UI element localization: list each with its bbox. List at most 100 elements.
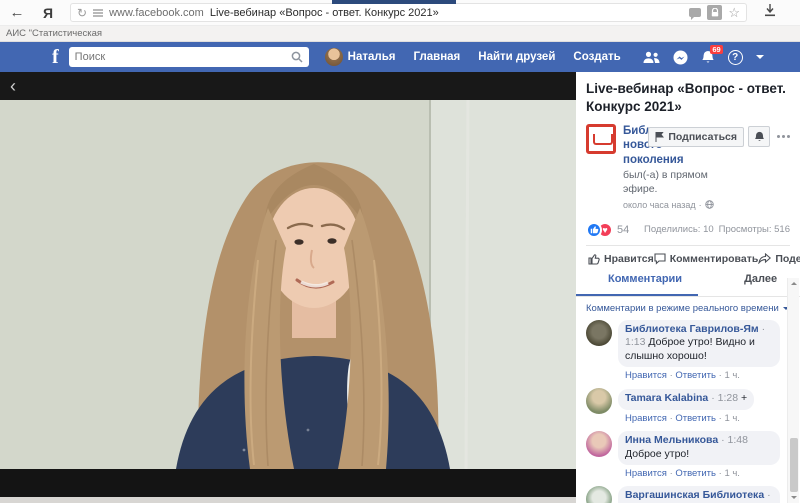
like-button[interactable]: Нравится bbox=[588, 253, 654, 265]
search-icon[interactable] bbox=[291, 51, 303, 63]
address-bar[interactable]: ↻ www.facebook.com Live-вебинар «Вопрос … bbox=[70, 3, 747, 22]
user-name[interactable]: Наталья bbox=[348, 51, 396, 63]
comment-bubble: Библиотека Гаврилов-Ям · 1:13 Доброе утр… bbox=[618, 320, 780, 368]
follow-button[interactable]: Подписаться bbox=[648, 127, 744, 147]
comment-meta: Нравится · Ответить · 1 ч. bbox=[625, 370, 780, 381]
account-menu-caret-icon[interactable] bbox=[756, 55, 764, 63]
nav-create[interactable]: Создать bbox=[573, 51, 620, 63]
stats-row: ♥ 54 Поделились: 10 Просмотры: 516 bbox=[586, 222, 790, 238]
commenter-name[interactable]: Варгашинская Библиотека bbox=[625, 489, 764, 501]
nav-find-friends[interactable]: Найти друзей bbox=[478, 51, 555, 63]
comment-age: 1 ч. bbox=[724, 413, 740, 424]
comment-timecode[interactable]: 1:28 bbox=[718, 392, 738, 404]
comment-text: Доброе утро! Видно и слышно хорошо! bbox=[625, 336, 755, 362]
share-icon bbox=[758, 253, 771, 264]
comment-like-link[interactable]: Нравится bbox=[625, 370, 667, 381]
more-options-icon[interactable] bbox=[777, 135, 790, 138]
timestamp[interactable]: около часа назад bbox=[623, 200, 696, 210]
views-count: Просмотры: 516 bbox=[719, 224, 790, 235]
scrollbar-thumb[interactable] bbox=[790, 438, 798, 492]
commenter-avatar[interactable] bbox=[586, 486, 612, 503]
refresh-icon[interactable]: ↻ bbox=[77, 6, 87, 20]
search-box[interactable] bbox=[69, 47, 309, 67]
commenter-name[interactable]: Инна Мельникова bbox=[625, 434, 718, 446]
dot-separator: · bbox=[719, 370, 722, 381]
dot-separator: · bbox=[721, 434, 725, 446]
video-sidebar: Live-вебинар «Вопрос - ответ. Конкурс 20… bbox=[576, 72, 800, 503]
commenter-name[interactable]: Библиотека Гаврилов-Ям bbox=[625, 323, 759, 335]
url-text[interactable]: www.facebook.com bbox=[109, 7, 204, 19]
subscribe-bell-button[interactable] bbox=[748, 126, 770, 147]
action-buttons-row: Нравится Комментировать Поделиться bbox=[586, 245, 790, 265]
realtime-comments-row[interactable]: Комментарии в режиме реального времени bbox=[586, 303, 790, 314]
realtime-comments-label[interactable]: Комментарии в режиме реального времени bbox=[586, 303, 779, 314]
comment-reply-link[interactable]: Ответить bbox=[675, 468, 716, 479]
like-label: Нравится bbox=[604, 253, 654, 265]
globe-icon bbox=[705, 200, 714, 209]
share-button[interactable]: Поделиться bbox=[758, 253, 800, 265]
commenter-avatar[interactable] bbox=[586, 388, 612, 414]
video-scene bbox=[0, 100, 576, 469]
reactions-count[interactable]: 54 bbox=[617, 224, 629, 236]
active-tab-indicator[interactable] bbox=[332, 0, 456, 4]
dot-separator: · bbox=[670, 370, 673, 381]
comments-bubble-icon[interactable] bbox=[689, 8, 701, 17]
help-icon[interactable]: ? bbox=[728, 50, 743, 65]
profile-link[interactable]: Наталья bbox=[325, 48, 396, 66]
live-video[interactable] bbox=[0, 100, 576, 469]
comment-item: Библиотека Гаврилов-Ям · 1:13 Доброе утр… bbox=[586, 320, 780, 382]
back-icon[interactable]: ← bbox=[8, 4, 26, 21]
page-logo[interactable] bbox=[586, 124, 616, 154]
search-input[interactable] bbox=[75, 51, 291, 63]
commenter-avatar[interactable] bbox=[586, 320, 612, 346]
people-glyph bbox=[643, 51, 660, 64]
yandex-logo[interactable]: Я bbox=[33, 5, 63, 21]
comments-scrollbar[interactable] bbox=[787, 278, 799, 503]
share-label: Поделиться bbox=[775, 253, 800, 265]
commenter-avatar[interactable] bbox=[586, 431, 612, 457]
friend-requests-icon[interactable] bbox=[643, 51, 660, 64]
comment-reply-link[interactable]: Ответить bbox=[675, 413, 716, 424]
protect-lock-icon[interactable] bbox=[707, 5, 722, 20]
scroll-down-icon[interactable] bbox=[791, 496, 797, 499]
tabs-row: Комментарии Далее bbox=[586, 273, 790, 297]
reactions[interactable]: ♥ 54 bbox=[586, 222, 629, 238]
facebook-header: f Наталья Главная Найти друзей Создать 6… bbox=[0, 42, 800, 72]
notification-badge: 69 bbox=[710, 45, 722, 55]
facebook-logo[interactable]: f bbox=[52, 47, 59, 67]
video-back-icon[interactable]: ‹ bbox=[10, 77, 16, 95]
comment-like-link[interactable]: Нравится bbox=[625, 468, 667, 479]
shares-count[interactable]: Поделились: 10 bbox=[644, 224, 714, 235]
bookmark-item[interactable]: АИС "Статистическая bbox=[6, 28, 102, 39]
dot-separator: · bbox=[762, 323, 766, 335]
downloads-icon[interactable] bbox=[764, 4, 776, 22]
comment-bubble: Tamara Kalabina · 1:28 + bbox=[618, 389, 754, 410]
bookmark-star-icon[interactable]: ☆ bbox=[728, 6, 740, 19]
user-avatar[interactable] bbox=[325, 48, 343, 66]
comment-reply-link[interactable]: Ответить bbox=[675, 370, 716, 381]
comment-button[interactable]: Комментировать bbox=[654, 253, 759, 265]
dot-separator: · bbox=[767, 489, 771, 501]
bell-icon bbox=[754, 131, 765, 143]
scroll-up-icon[interactable] bbox=[791, 282, 797, 285]
comment-age: 1 ч. bbox=[724, 370, 740, 381]
comment-timecode[interactable]: 1:48 bbox=[728, 434, 748, 446]
video-title: Live-вебинар «Вопрос - ответ. Конкурс 20… bbox=[586, 80, 790, 115]
comment-timecode[interactable]: 1:13 bbox=[625, 336, 645, 348]
thumb-glyph bbox=[590, 225, 599, 234]
comment-icon bbox=[654, 253, 666, 265]
comment-like-link[interactable]: Нравится bbox=[625, 413, 667, 424]
like-reaction-icon[interactable] bbox=[586, 222, 602, 238]
messenger-icon[interactable] bbox=[673, 50, 688, 65]
comment-label: Комментировать bbox=[670, 253, 759, 265]
comment-meta: Нравится · Ответить · 1 ч. bbox=[625, 413, 780, 424]
notifications-icon[interactable]: 69 bbox=[701, 50, 715, 65]
comment-text: Доброе утро! bbox=[625, 448, 689, 460]
browser-chrome: ← Я ↻ www.facebook.com Live-вебинар «Воп… bbox=[0, 0, 800, 26]
video-player: ‹ bbox=[0, 72, 576, 497]
tab-more[interactable]: Далее bbox=[744, 273, 777, 297]
commenter-name[interactable]: Tamara Kalabina bbox=[625, 392, 708, 404]
nav-home[interactable]: Главная bbox=[414, 51, 461, 63]
dot-separator: · bbox=[719, 413, 722, 424]
dot-separator: · bbox=[711, 392, 715, 404]
